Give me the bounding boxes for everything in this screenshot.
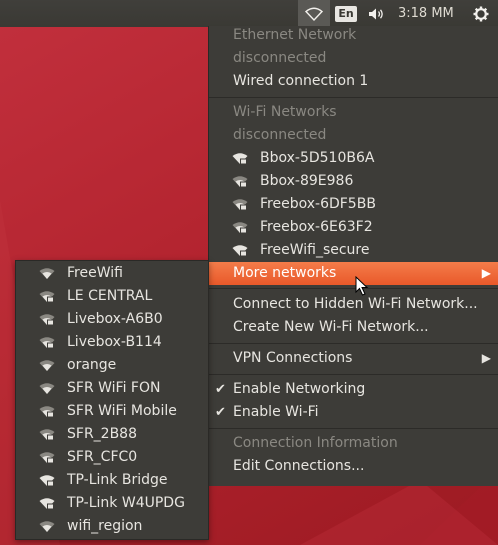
wired-connection-item[interactable]: Wired connection 1 — [209, 70, 498, 93]
wifi-network-item[interactable]: LE CENTRAL — [16, 285, 208, 308]
wifi-locked-icon — [232, 176, 248, 188]
wifi-locked-icon — [39, 452, 55, 464]
enable-wifi-item[interactable]: ✔ Enable Wi-Fi — [209, 401, 498, 424]
connection-information-item: Connection Information — [233, 435, 398, 451]
wifi-network-item[interactable]: FreeWifi_secure — [209, 239, 498, 262]
vpn-connections-item[interactable]: VPN Connections ▶ — [209, 347, 498, 370]
wifi-locked-icon — [39, 314, 55, 326]
wifi-header: Wi-Fi Networks — [233, 104, 337, 120]
wifi-signal-icon — [39, 268, 55, 279]
network-menu: Ethernet Network disconnected Wired conn… — [208, 26, 498, 486]
wifi-status: disconnected — [233, 127, 327, 143]
wifi-network-item[interactable]: TP-Link Bridge — [16, 469, 208, 492]
ethernet-status: disconnected — [233, 50, 327, 66]
wifi-network-item[interactable]: FreeWifi — [16, 262, 208, 285]
chevron-right-icon: ▶ — [481, 351, 491, 365]
wifi-network-item[interactable]: TP-Link W4UPDG — [16, 492, 208, 515]
wifi-locked-icon — [39, 475, 55, 487]
menu-separator — [209, 288, 498, 289]
wifi-signal-icon — [39, 360, 55, 371]
wifi-locked-icon — [39, 406, 55, 418]
wifi-locked-icon — [39, 291, 55, 303]
wifi-locked-icon — [232, 222, 248, 234]
edit-connections-item[interactable]: Edit Connections... — [209, 455, 498, 478]
wifi-network-item[interactable]: Livebox-A6B0 — [16, 308, 208, 331]
create-new-network-item[interactable]: Create New Wi-Fi Network... — [209, 316, 498, 339]
wifi-network-item[interactable]: orange — [16, 354, 208, 377]
volume-icon — [369, 8, 383, 19]
more-networks-item[interactable]: More networks ▶ — [209, 262, 498, 285]
gear-icon — [473, 6, 489, 21]
wifi-network-item[interactable]: Livebox-B114 — [16, 331, 208, 354]
menu-separator — [209, 374, 498, 375]
wifi-network-item[interactable]: SFR_CFC0 — [16, 446, 208, 469]
wifi-locked-icon — [39, 498, 55, 510]
menu-separator — [209, 343, 498, 344]
wifi-network-item[interactable]: SFR_2B88 — [16, 423, 208, 446]
keyboard-layout-label: En — [335, 5, 357, 22]
wifi-network-item[interactable]: Bbox-89E986 — [209, 170, 498, 193]
wifi-locked-icon — [39, 429, 55, 441]
wifi-locked-icon — [232, 245, 248, 257]
wifi-network-item[interactable]: SFR WiFi FON — [16, 377, 208, 400]
menu-separator — [209, 428, 498, 429]
chevron-right-icon: ▶ — [481, 266, 491, 280]
wifi-locked-icon — [232, 199, 248, 211]
wifi-network-item[interactable]: Freebox-6E63F2 — [209, 216, 498, 239]
wifi-network-item[interactable]: Freebox-6DF5BB — [209, 193, 498, 216]
mouse-cursor-icon — [355, 276, 369, 296]
wifi-network-item[interactable]: SFR WiFi Mobile — [16, 400, 208, 423]
wifi-signal-icon — [39, 521, 55, 532]
top-panel: En 3:18 MM — [0, 0, 498, 27]
system-menu-indicator[interactable] — [468, 0, 494, 27]
wifi-locked-icon — [232, 153, 248, 165]
network-indicator[interactable] — [298, 0, 330, 27]
clock[interactable]: 3:18 MM — [398, 0, 454, 27]
keyboard-layout-indicator[interactable]: En — [333, 0, 359, 27]
ethernet-header: Ethernet Network — [233, 27, 357, 43]
wifi-network-item[interactable]: Bbox-5D510B6A — [209, 147, 498, 170]
more-networks-submenu: FreeWifi LE CENTRAL Livebox-A6B0 Livebox… — [15, 260, 209, 540]
checkmark-icon: ✔ — [215, 382, 226, 397]
enable-networking-item[interactable]: ✔ Enable Networking — [209, 378, 498, 401]
wifi-icon — [305, 7, 323, 21]
connect-hidden-network-item[interactable]: Connect to Hidden Wi-Fi Network... — [209, 293, 498, 316]
menu-separator — [209, 97, 498, 98]
checkmark-icon: ✔ — [215, 405, 226, 420]
wifi-network-item[interactable]: wifi_region — [16, 515, 208, 538]
wifi-signal-icon — [39, 383, 55, 394]
wifi-locked-icon — [39, 337, 55, 349]
volume-indicator[interactable] — [364, 0, 390, 27]
